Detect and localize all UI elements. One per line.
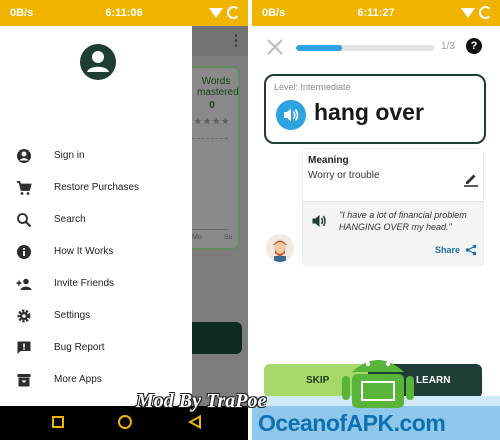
background-toolbar: · · · [192,26,248,56]
watermark-site-text: OceanofAPK.com [258,410,446,436]
background-button [192,322,242,354]
status-icons [461,6,492,19]
menu-item-bug-report[interactable]: Bug Report [0,333,192,363]
meaning-section: Meaning Worry or trouble [303,149,483,202]
overflow-menu-icon: · · · [234,27,239,53]
menu-item-restore-purchases[interactable]: Restore Purchases [0,173,192,203]
meaning-card: Meaning Worry or trouble "I have a lot o… [302,148,484,266]
account-icon [17,149,31,163]
person-add-icon [16,278,32,290]
meaning-title: Meaning [308,155,349,166]
share-icon[interactable] [465,244,477,256]
menu-item-label: Settings [54,310,91,321]
menu-item-label: Sign in [54,150,85,161]
battery-icon [479,6,492,19]
tutor-avatar [266,234,294,262]
pronounce-button[interactable] [276,100,306,130]
menu-item-settings[interactable]: Settings [0,301,192,331]
status-icons [209,6,240,19]
battery-icon [227,6,240,19]
profile-avatar-icon[interactable] [80,44,116,80]
share-label[interactable]: Share [435,245,460,255]
word-card: Level: Intermediate hang over [264,74,486,144]
navigation-drawer: Sign in Restore Purchases Search How It … [0,26,192,406]
watermark-mod-text: Mod By TraPoe [136,390,267,412]
words-mastered-card: Words mastered 0 ★★★★ Mo Su [192,66,240,250]
progress-counter: 1/3 [441,41,455,52]
menu-item-invite-friends[interactable]: Invite Friends [0,269,192,299]
android-robot-watermark [342,360,414,408]
status-bar: 0B/s 6:11:27 [252,0,500,26]
word-text: hang over [314,99,424,125]
axis-label: Mo [192,234,202,241]
progress-fill [296,45,342,51]
status-bar: 0B/s 6:11:06 [0,0,248,26]
speaker-icon[interactable] [311,213,327,229]
back-button[interactable] [188,415,202,429]
menu-item-label: Restore Purchases [54,182,140,193]
axis-label: Su [224,234,233,241]
menu-item-label: More Apps [54,374,102,385]
menu-item-label: Search [54,214,86,225]
info-icon [17,245,31,259]
wifi-icon [461,7,475,18]
feedback-icon [17,341,31,354]
menu-item-how-it-works[interactable]: How It Works [0,237,192,267]
recents-button[interactable] [52,416,64,428]
level-label: Level: Intermediate [274,82,351,92]
help-button[interactable]: ? [466,38,482,54]
close-icon[interactable] [266,38,284,56]
chart-grid [192,138,228,230]
star-rating: ★★★★ [194,116,231,126]
menu-item-label: Bug Report [54,342,105,353]
gear-icon [17,309,31,323]
example-sentence: "I have a lot of financial problem HANGI… [339,210,467,232]
words-mastered-value: 0 [209,100,215,111]
menu-item-label: How It Works [54,246,114,257]
learn-label: LEARN [416,375,451,386]
search-icon [17,213,32,228]
words-mastered-label: Words mastered [197,76,239,98]
left-screen: 0B/s 6:11:06 · · · Words mastered 0 ★★★★ M… [0,0,248,440]
lesson-progress-bar [296,45,434,51]
menu-item-sign-in[interactable]: Sign in [0,141,192,171]
edit-pencil-icon[interactable] [463,171,479,187]
menu-item-label: Invite Friends [54,278,115,289]
skip-label: SKIP [306,375,330,386]
home-button[interactable] [118,415,132,429]
cart-icon [17,181,32,195]
archive-icon [17,374,31,387]
wifi-icon [209,7,223,18]
menu-item-search[interactable]: Search [0,205,192,235]
meaning-text: Worry or trouble [308,170,380,181]
